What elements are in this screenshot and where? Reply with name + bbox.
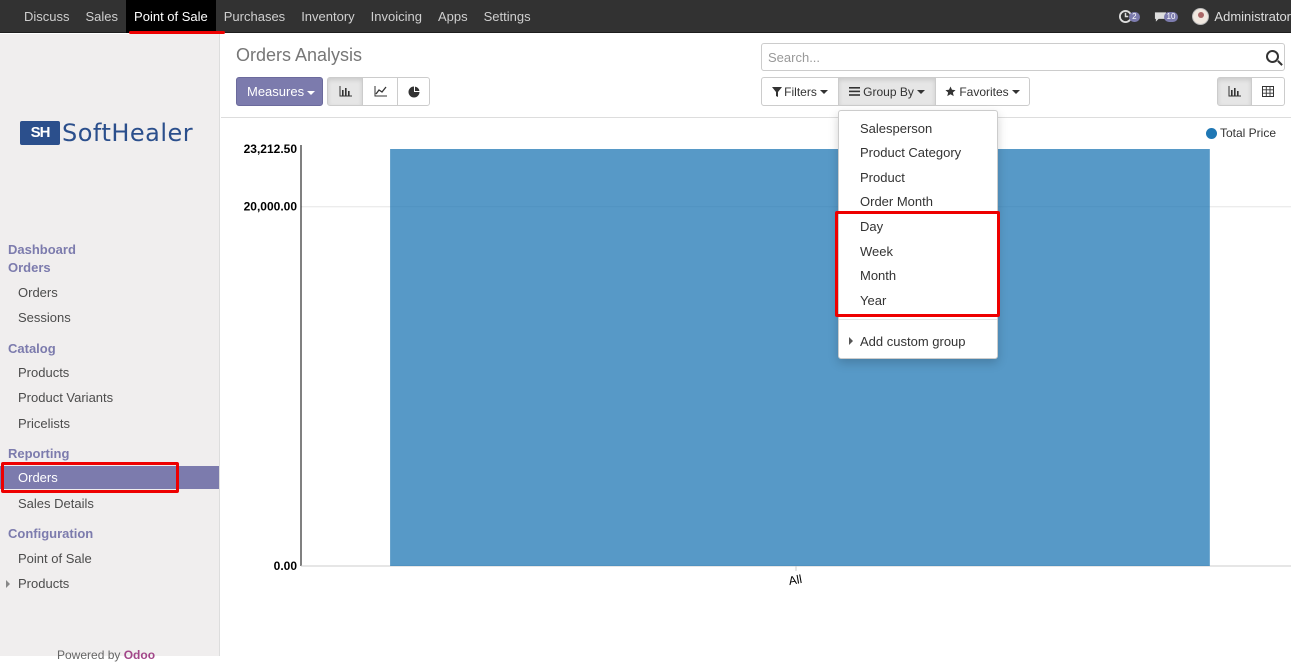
line-chart-icon (374, 86, 387, 97)
sidebar-section-dashboard[interactable]: Dashboard (8, 242, 76, 257)
sidebar-section-reporting: Reporting (8, 446, 70, 461)
filters-label: Filters (784, 84, 817, 99)
avatar (1192, 8, 1210, 25)
group-by-order-month[interactable]: Order Month (860, 194, 933, 209)
sidebar-item-sales-details[interactable]: Sales Details (18, 496, 94, 511)
bar-chart-icon (339, 86, 352, 97)
sidebar: SH SoftHealer Dashboard Orders Orders Se… (0, 34, 220, 662)
dropdown-divider (839, 319, 997, 320)
sidebar-section-catalog: Catalog (8, 341, 56, 356)
measures-button[interactable]: Measures (236, 77, 323, 106)
menu-discuss[interactable]: Discuss (16, 0, 78, 33)
expand-caret-icon[interactable] (6, 580, 10, 588)
main-menu: Discuss Sales Point of Sale Purchases In… (16, 0, 539, 33)
sidebar-item-pricelists[interactable]: Pricelists (18, 416, 70, 431)
legend-swatch (1206, 127, 1217, 139)
list-icon (849, 87, 861, 96)
sidebar-section-orders: Orders (8, 260, 51, 275)
powered-by-prefix: Powered by (57, 648, 121, 662)
caret-down-icon (1011, 89, 1020, 94)
line-chart-button[interactable] (362, 77, 398, 106)
pie-chart-icon (408, 86, 419, 97)
caret-down-icon (916, 89, 925, 94)
group-by-label: Group By (863, 84, 914, 99)
caret-down-icon (819, 89, 828, 94)
highlight-box-date-groups (835, 211, 1000, 317)
sidebar-item-orders[interactable]: Orders (18, 285, 58, 300)
caret-right-icon (849, 337, 853, 345)
search-input[interactable]: Search... (761, 43, 1285, 71)
company-logo: SH SoftHealer (20, 118, 193, 148)
group-by-product[interactable]: Product (860, 170, 905, 185)
user-menu[interactable]: Administrator (1192, 8, 1291, 25)
menu-purchases[interactable]: Purchases (216, 0, 293, 33)
caret-down-icon (307, 90, 316, 95)
star-icon (945, 86, 956, 97)
pivot-view-button[interactable] (1251, 77, 1285, 106)
y-tick-label: 23,212.50 (244, 142, 298, 156)
favorites-label: Favorites (959, 84, 1009, 99)
y-tick-label: 20,000.00 (244, 200, 298, 214)
add-custom-group[interactable]: Add custom group (860, 334, 966, 349)
measures-label: Measures (247, 84, 305, 99)
y-tick-label: 0.00 (274, 559, 298, 573)
graph-view-button[interactable] (1217, 77, 1252, 106)
chart-area: 0.00 20,000.00 23,212.50 All (221, 117, 1291, 656)
activity-button[interactable]: 2 (1119, 10, 1140, 23)
sidebar-section-configuration: Configuration (8, 526, 94, 541)
menu-point-of-sale[interactable]: Point of Sale (126, 0, 216, 33)
table-icon (1262, 86, 1274, 97)
pie-chart-button[interactable] (397, 77, 430, 106)
group-by-product-category[interactable]: Product Category (860, 145, 961, 160)
x-tick-label: All (788, 572, 804, 588)
user-name: Administrator (1214, 9, 1291, 24)
search-options: Filters Group By Favorites (761, 77, 1030, 106)
message-count-badge: 10 (1163, 11, 1179, 22)
sidebar-item-product-variants[interactable]: Product Variants (18, 390, 113, 405)
menu-apps[interactable]: Apps (430, 0, 476, 33)
bar (390, 149, 1210, 566)
bar-chart-button[interactable] (327, 77, 363, 106)
top-navbar: Discuss Sales Point of Sale Purchases In… (0, 0, 1291, 33)
logo-mark: SH (20, 121, 60, 145)
page-title: Orders Analysis (236, 45, 363, 65)
group-by-button[interactable]: Group By (838, 77, 936, 106)
chart-type-switcher (327, 77, 430, 106)
menu-settings[interactable]: Settings (476, 0, 539, 33)
group-by-salesperson[interactable]: Salesperson (860, 121, 932, 136)
sidebar-item-products[interactable]: Products (18, 365, 69, 380)
filters-button[interactable]: Filters (761, 77, 839, 106)
sidebar-item-sessions[interactable]: Sessions (18, 310, 71, 325)
view-switcher (1217, 77, 1285, 106)
search-placeholder: Search... (768, 50, 821, 65)
favorites-button[interactable]: Favorites (935, 77, 1030, 106)
search-icon[interactable] (1266, 50, 1279, 63)
chart-legend[interactable]: Total Price (1206, 126, 1276, 140)
powered-by-brand[interactable]: Odoo (124, 648, 155, 662)
powered-by: Powered by Odoo (57, 648, 155, 662)
bar-chart: 0.00 20,000.00 23,212.50 All (244, 142, 1291, 588)
menu-invoicing[interactable]: Invoicing (363, 0, 430, 33)
legend-label: Total Price (1220, 126, 1277, 140)
sidebar-item-config-products[interactable]: Products (18, 576, 69, 591)
bar-chart-icon (1228, 86, 1241, 97)
menu-sales[interactable]: Sales (78, 0, 127, 33)
filter-icon (772, 86, 783, 97)
logo-text: SoftHealer (62, 119, 194, 147)
sidebar-item-point-of-sale[interactable]: Point of Sale (18, 551, 92, 566)
messages-button[interactable]: 10 (1154, 11, 1179, 23)
menu-inventory[interactable]: Inventory (293, 0, 362, 33)
activity-count-badge: 2 (1129, 11, 1140, 22)
highlight-box-reporting-orders (1, 462, 179, 493)
